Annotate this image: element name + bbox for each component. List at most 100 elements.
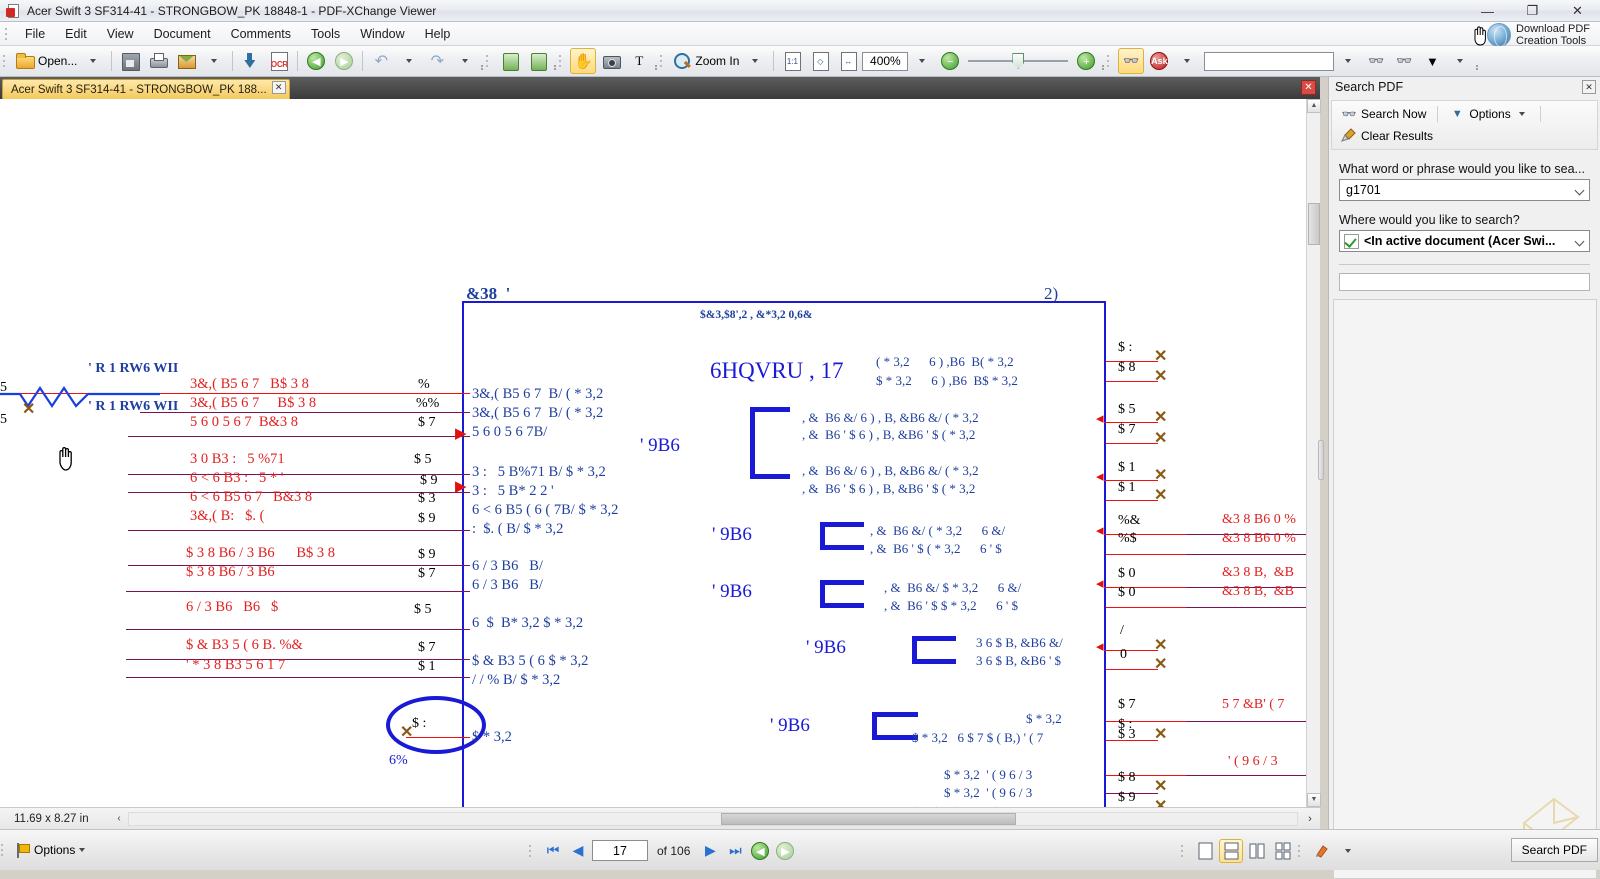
nav-grip-icon[interactable] [528,843,536,859]
viewmode-grip-icon[interactable] [1180,843,1188,859]
snapshot-button[interactable] [598,48,624,74]
search-now-button[interactable]: 👓 Search Now [1335,104,1432,124]
fit-page-button[interactable]: ◇ [807,48,833,74]
menu-comments[interactable]: Comments [221,24,301,44]
menu-edit[interactable]: Edit [55,24,97,44]
menu-window[interactable]: Window [350,24,414,44]
undo-dropdown-button[interactable] [396,48,422,74]
filter-button[interactable]: ▼ [1419,48,1445,74]
select-text-button[interactable]: T [626,48,652,74]
menu-tools[interactable]: Tools [301,24,350,44]
menu-document[interactable]: Document [144,24,221,44]
ocr-button[interactable]: OCR [266,48,292,74]
redo-button[interactable]: ↷ [424,48,450,74]
statusbar-grip-icon[interactable] [0,842,8,858]
filter-dropdown-button[interactable] [1447,48,1473,74]
zoom-in-button[interactable]: + [1073,48,1099,74]
menu-help[interactable]: Help [415,24,461,44]
menu-view[interactable]: View [97,24,144,44]
fit-width-button[interactable]: ↔ [835,48,861,74]
single-page-view-button[interactable] [1193,839,1217,863]
highlight-tool-button[interactable] [1310,839,1334,863]
rotate-cw-button[interactable] [525,48,551,74]
horizontal-scroll-thumb[interactable] [721,813,1016,825]
download-pdf-creation-tools-button[interactable]: Download PDF Creation Tools [1481,21,1596,49]
toolbar-grip-4-icon[interactable] [659,53,667,69]
zoom-in-tool-button[interactable]: Zoom In [671,48,740,74]
undo-button[interactable]: ↶ [368,48,394,74]
clear-results-button[interactable]: Clear Results [1335,126,1439,146]
menu-grip-icon[interactable] [4,26,12,42]
zoom-level-dropdown-button[interactable] [909,48,935,74]
continuous-view-button[interactable] [1219,839,1243,863]
highlight-dropdown-button[interactable] [1336,839,1360,863]
search-options-button[interactable]: ▼ Options [1443,104,1534,124]
panel-splitter-handle[interactable] [1318,440,1324,480]
next-page-button[interactable]: ▶ [699,840,721,862]
close-document-icon[interactable]: ✕ [1301,80,1316,95]
close-button[interactable]: ✕ [1555,0,1600,22]
open-dropdown-button[interactable] [80,48,106,74]
two-page-view-button[interactable] [1245,839,1269,863]
search-query-input[interactable]: g1701 [1339,179,1590,201]
save-button[interactable] [117,48,143,74]
find-dropdown-button[interactable] [1335,48,1361,74]
scroll-up-button[interactable]: ▲ [1307,99,1321,113]
zoom-dropdown-button[interactable] [742,48,768,74]
minimize-button[interactable]: — [1465,0,1510,22]
first-page-button[interactable]: ⏮ [542,840,564,862]
history-forward-button[interactable]: ▶ [774,840,796,862]
search-results-list[interactable] [1333,299,1597,879]
zoom-slider-handle[interactable] [1012,53,1024,69]
toolbar-grip-1-icon[interactable] [2,53,10,69]
status-options-button[interactable]: Options [11,843,89,858]
current-page-input[interactable]: 17 [592,840,648,861]
actual-size-button[interactable]: 1:1 [779,48,805,74]
document-tab[interactable]: Acer Swift 3 SF314-41 - STRONGBOW_PK 188… [2,79,290,99]
redo-dropdown-button[interactable] [452,48,478,74]
forward-button[interactable]: ▶ [331,48,357,74]
export-button[interactable] [238,48,264,74]
expand-right-arrow-icon[interactable]: › [1300,813,1320,825]
vertical-scroll-thumb[interactable] [1308,203,1320,245]
toolbar-grip-5-icon[interactable] [1106,53,1114,69]
email-dropdown-button[interactable] [201,48,227,74]
left-row-value-7: $ 9 [418,511,436,527]
menu-file[interactable]: File [15,24,55,44]
two-page-continuous-button[interactable] [1271,839,1295,863]
document-viewport[interactable]: &38 ' 2) $&3,$8',2 , &*3,2 0,6& 6HQVRU ,… [0,99,1320,807]
find-input[interactable] [1204,52,1334,71]
scroll-down-button[interactable]: ▼ [1307,793,1321,807]
history-back-button[interactable]: ◀ [749,840,771,862]
find-previous-button[interactable]: 👓 [1363,48,1389,74]
back-button[interactable]: ◀ [303,48,329,74]
search-panel-close-icon[interactable]: ✕ [1582,80,1596,94]
zoom-out-button[interactable]: − [937,48,963,74]
ask-button[interactable]: Ask [1146,48,1172,74]
zoom-slider[interactable] [968,52,1068,70]
print-button[interactable] [145,48,171,74]
find-next-button[interactable]: 👓 [1391,48,1417,74]
last-page-button[interactable]: ⏭ [724,840,746,862]
search-button[interactable]: 👓 [1118,48,1144,74]
zoom-level-input[interactable]: 400% [862,52,908,71]
search-filter-input[interactable] [1339,273,1590,291]
toolbar-grip-3-icon[interactable] [558,53,566,69]
email-button[interactable] [173,48,199,74]
collapse-left-arrow-icon[interactable]: ‹ [110,813,128,824]
previous-page-button[interactable]: ◀ [567,840,589,862]
highlight-grip-icon[interactable] [1297,843,1305,859]
toolbar-grip-2-icon[interactable] [485,53,493,69]
search-scope-select[interactable]: <In active document (Acer Swi... [1339,230,1590,252]
maximize-button[interactable]: ❐ [1510,0,1555,22]
horizontal-scroll-track[interactable] [128,812,1298,826]
document-tab-close-icon[interactable]: ✕ [272,81,286,94]
toolbar-overflow-5-icon[interactable] [1474,52,1480,70]
rotate-ccw-button[interactable] [497,48,523,74]
open-button[interactable]: Open... [14,48,78,74]
ask-dropdown-button[interactable] [1174,48,1200,74]
hand-tool-button[interactable]: ✋ [570,48,596,74]
search-pdf-taskbar-button[interactable]: Search PDF [1511,838,1598,862]
chevron-down-icon[interactable] [1575,186,1585,196]
chevron-down-icon[interactable] [1575,237,1585,247]
